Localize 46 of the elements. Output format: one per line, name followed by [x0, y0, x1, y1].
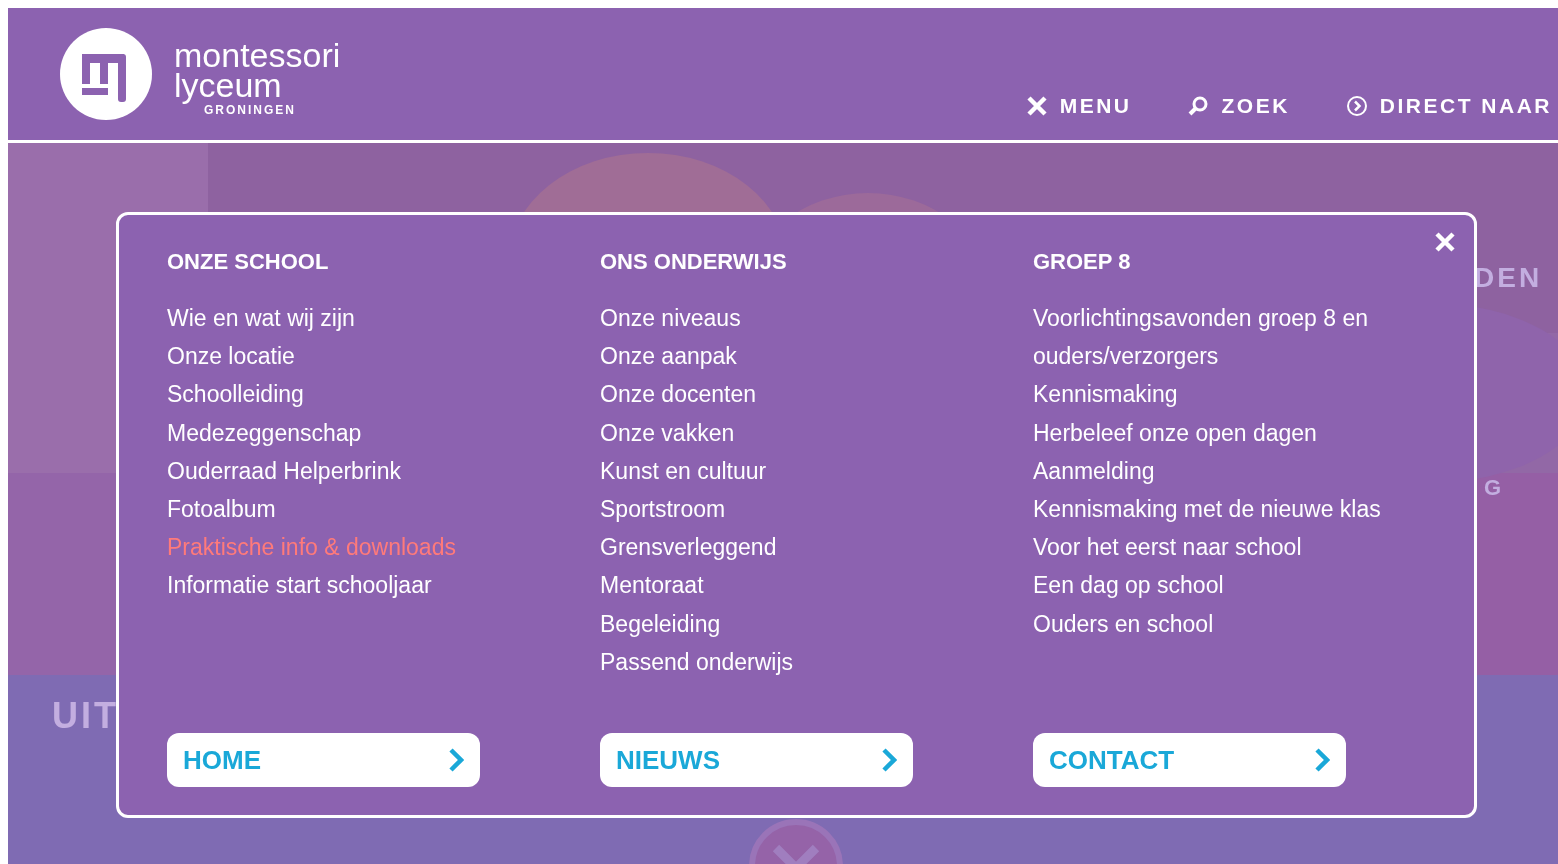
page-link[interactable]: Herbeleef onze open dagen	[1033, 413, 1317, 452]
page-link[interactable]: Een dag op school	[1033, 566, 1224, 605]
page-link[interactable]: Grensverleggend	[600, 528, 777, 567]
page-link[interactable]: Voor het eerst naar school	[1033, 528, 1302, 567]
chevron-right-icon	[448, 747, 464, 773]
page-link[interactable]: Kennismaking met de nieuwe klas	[1033, 490, 1381, 529]
chevron-right-icon	[881, 747, 897, 773]
background-heading: UIT	[52, 695, 119, 737]
page-link[interactable]: Onze niveaus	[600, 299, 741, 338]
nav-button[interactable]: CONTACT	[1033, 733, 1346, 787]
page-link[interactable]: Fotoalbum	[167, 490, 276, 529]
page-link[interactable]: Sportstroom	[600, 490, 726, 529]
nav-link[interactable]: MENU	[1025, 94, 1132, 118]
page-link[interactable]: Begeleiding	[600, 604, 721, 643]
page-link[interactable]: Ouderraad Helperbrink	[167, 451, 401, 490]
page-link[interactable]: Onze locatie	[167, 337, 295, 376]
page-link[interactable]: Kunst en cultuur	[600, 451, 767, 490]
page-link[interactable]: Mentoraat	[600, 566, 704, 605]
background-heading: G	[1484, 475, 1505, 501]
page-link[interactable]: Medezeggenschap	[167, 413, 362, 452]
page-link[interactable]: Informatie start schooljaar	[167, 566, 432, 605]
column-heading: ONZE SCHOOL	[167, 249, 329, 275]
search-icon	[1187, 95, 1210, 117]
close-icon	[1025, 95, 1048, 117]
page-link[interactable]: Passend onderwijs	[600, 642, 794, 682]
page-link[interactable]: Voorlichtingsavonden groep 8 en ouders/verzorgers	[1033, 299, 1413, 376]
page-link[interactable]: Aanmelding	[1033, 451, 1155, 490]
background-heading: DEN	[1474, 262, 1543, 294]
column-heading: ONS ONDERWIJS	[600, 249, 787, 275]
page-link[interactable]: Onze docenten	[600, 375, 756, 414]
nav-link[interactable]: ZOEK	[1187, 94, 1290, 118]
page-link[interactable]: Ouders en school	[1033, 604, 1214, 643]
page-link[interactable]: Wie en wat wij zijn	[167, 299, 355, 338]
nav-button[interactable]: HOME	[167, 733, 480, 787]
page-link[interactable]: Onze vakken	[600, 413, 735, 452]
nav-button[interactable]: NIEUWS	[600, 733, 913, 787]
nav-link[interactable]: DIRECT NAAR	[1345, 94, 1552, 118]
logo-icon[interactable]	[60, 28, 152, 120]
close-icon[interactable]	[1434, 231, 1456, 253]
page-link[interactable]: Schoolleiding	[167, 375, 304, 414]
chevron-circle-icon	[1345, 95, 1368, 117]
column-heading: GROEP 8	[1033, 249, 1131, 275]
chevron-right-icon	[1314, 747, 1330, 773]
logo-subtitle: GRONINGEN	[204, 104, 297, 116]
page-link[interactable]: Onze aanpak	[600, 337, 737, 376]
page-link[interactable]: Kennismaking	[1033, 375, 1178, 414]
